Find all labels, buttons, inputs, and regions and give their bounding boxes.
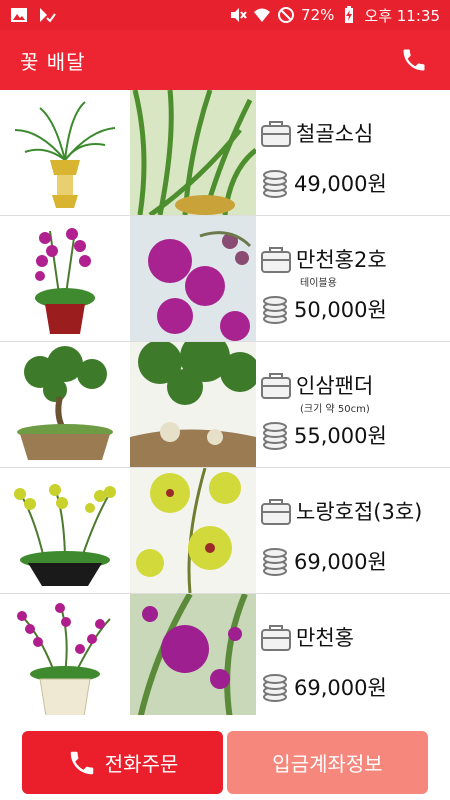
phone-order-label: 전화주문 <box>104 752 179 776</box>
basket-icon <box>261 373 291 399</box>
product-image-detail <box>130 90 256 215</box>
product-list[interactable]: 철골소심 49,000원 만천홍2호 테이블용 50,000원 인삼팬더 (크기… <box>0 90 450 715</box>
product-image <box>0 216 130 341</box>
product-image <box>0 594 130 715</box>
mute-icon <box>231 8 247 22</box>
product-price: 69,000원 <box>294 550 387 574</box>
product-name: 철골소심 <box>296 122 374 146</box>
clock: 오후 11:35 <box>364 6 440 25</box>
status-bar: 72% 오후 11:35 <box>0 0 450 30</box>
page-title: 꽃 배달 <box>20 49 86 74</box>
product-image-detail <box>130 216 256 341</box>
app-bar: 꽃 배달 <box>0 30 450 90</box>
product-info: 만천홍 69,000원 <box>256 594 450 715</box>
product-image-detail <box>130 594 256 715</box>
product-info: 노랑호접(3호) 69,000원 <box>256 468 450 593</box>
call-button[interactable] <box>398 44 430 76</box>
product-note: 테이블용 <box>300 278 337 289</box>
product-image-detail <box>130 468 256 593</box>
product-name: 인삼팬더 <box>296 374 374 398</box>
coins-icon <box>263 674 287 702</box>
product-image <box>0 90 130 215</box>
product-name: 만천홍2호 <box>296 248 387 272</box>
product-image <box>0 342 130 467</box>
product-price: 69,000원 <box>294 676 387 700</box>
product-row[interactable]: 노랑호접(3호) 69,000원 <box>0 468 450 594</box>
coins-icon <box>263 548 287 576</box>
bottom-action-bar: 전화주문 입금계좌정보 <box>0 715 450 800</box>
basket-icon <box>261 121 291 147</box>
phone-icon <box>403 49 425 71</box>
product-name: 만천홍 <box>296 626 354 650</box>
product-info: 만천홍2호 테이블용 50,000원 <box>256 216 450 341</box>
product-price: 55,000원 <box>294 424 387 448</box>
product-image <box>0 468 130 593</box>
basket-icon <box>261 499 291 525</box>
product-price: 49,000원 <box>294 172 387 196</box>
coins-icon <box>263 422 287 450</box>
basket-icon <box>261 625 291 651</box>
account-info-button[interactable]: 입금계좌정보 <box>227 731 428 794</box>
download-check-icon <box>40 8 56 23</box>
wifi-icon <box>254 8 271 22</box>
no-signal-icon <box>278 7 295 23</box>
account-info-label: 입금계좌정보 <box>272 752 383 776</box>
product-info: 인삼팬더 (크기 약 50cm) 55,000원 <box>256 342 450 467</box>
product-row[interactable]: 만천홍2호 테이블용 50,000원 <box>0 216 450 342</box>
phone-order-button[interactable]: 전화주문 <box>22 731 223 794</box>
coins-icon <box>263 296 287 324</box>
basket-icon <box>261 247 291 273</box>
product-info: 철골소심 49,000원 <box>256 90 450 215</box>
image-icon <box>11 8 27 22</box>
product-name: 노랑호접(3호) <box>296 500 423 524</box>
battery-charging-icon <box>345 6 354 23</box>
product-row[interactable]: 철골소심 49,000원 <box>0 90 450 216</box>
product-note: (크기 약 50cm) <box>300 404 370 415</box>
battery-percent: 72% <box>301 6 335 24</box>
phone-icon <box>70 751 93 774</box>
coins-icon <box>263 170 287 198</box>
product-row[interactable]: 인삼팬더 (크기 약 50cm) 55,000원 <box>0 342 450 468</box>
product-row[interactable]: 만천홍 69,000원 <box>0 594 450 715</box>
product-price: 50,000원 <box>294 298 387 322</box>
product-image-detail <box>130 342 256 467</box>
